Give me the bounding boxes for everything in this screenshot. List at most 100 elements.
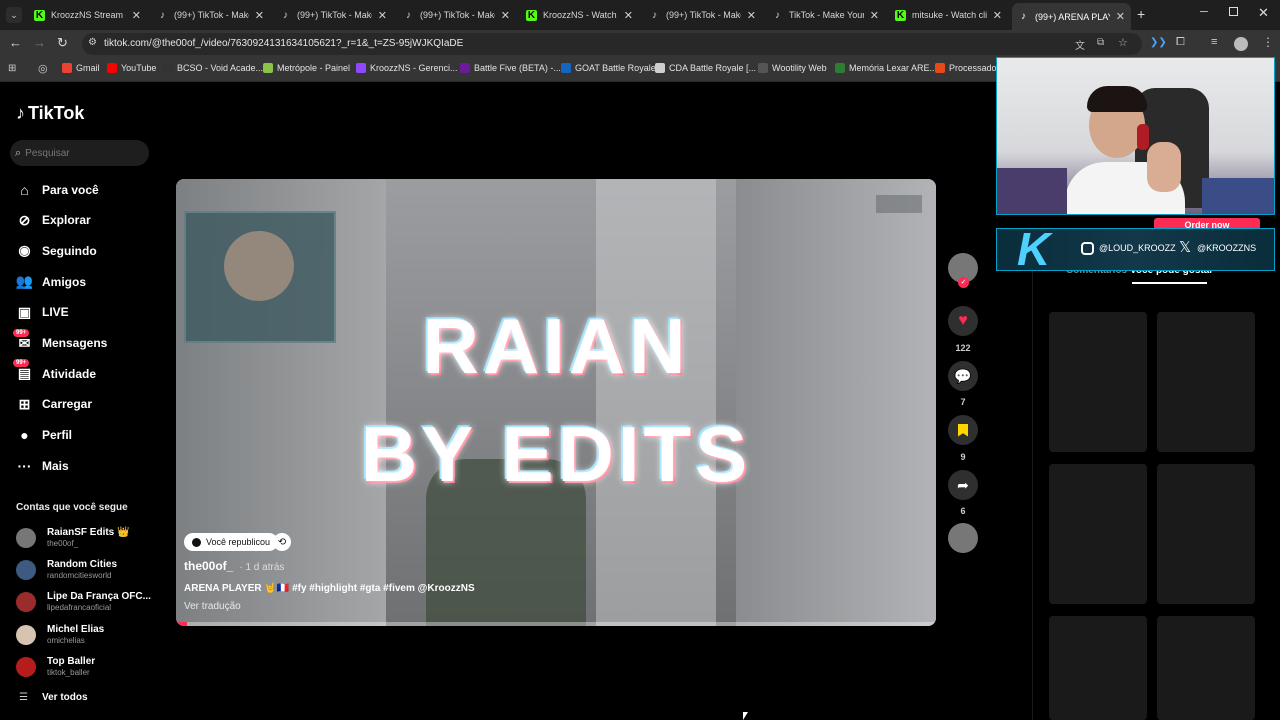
nav-item-messages[interactable]: ✉ 99+ Mensagens: [13, 328, 107, 352]
tab-close-icon[interactable]: ✕: [747, 9, 756, 22]
notification-badge: 99+: [13, 328, 30, 337]
back-button[interactable]: ←: [9, 35, 22, 50]
nav-item-more[interactable]: ··· Mais: [16, 457, 69, 474]
tab-close-icon[interactable]: ✕: [501, 9, 510, 22]
following-account[interactable]: Random Cities randomcitiesworld: [16, 559, 117, 581]
bookmark-item[interactable]: KroozzNS - Gerenci...: [356, 63, 458, 73]
compass-icon: ⊘: [18, 211, 31, 228]
tab-close-icon[interactable]: ✕: [870, 9, 879, 22]
video-author[interactable]: the00of_ · 1 d atrás: [184, 559, 284, 573]
see-all-label: Ver todos: [41, 692, 88, 703]
bookmark-item[interactable]: Gmail: [62, 63, 100, 73]
share-button[interactable]: ➦: [948, 470, 978, 500]
browser-tab[interactable]: K KroozzNS Stream - W ✕: [28, 4, 147, 26]
browser-tab[interactable]: ♪ (99+) TikTok - Make Y ✕: [643, 4, 762, 26]
reposted-label: Você republicou: [206, 537, 271, 547]
video-hud-top-right: [876, 195, 922, 213]
nav-item-compass[interactable]: ⊘ Explorar: [16, 212, 91, 229]
bookmark-item[interactable]: YouTube: [107, 63, 156, 73]
minimize-button[interactable]: ─: [1200, 6, 1208, 18]
account-handle: lipedafrancaoficial: [47, 603, 112, 613]
repost-icon: ⟲: [277, 536, 287, 548]
restore-button[interactable]: [1229, 7, 1238, 16]
forward-button[interactable]: →: [33, 35, 46, 50]
bookmark-item[interactable]: CDA Battle Royale [...: [655, 63, 756, 73]
tab-search-button[interactable]: ⌄: [6, 7, 22, 23]
tab-close-icon[interactable]: ✕: [132, 9, 141, 22]
browser-tab[interactable]: ♪ (99+) TikTok - Make Y ✕: [151, 4, 270, 26]
profile-avatar[interactable]: [1234, 37, 1248, 51]
nav-item-upload[interactable]: ⊞ Carregar: [16, 396, 92, 413]
avatar: [16, 624, 36, 645]
reposted-badge[interactable]: Você republicou: [184, 533, 279, 551]
nav-label: Para você: [42, 182, 99, 197]
bookmark-item[interactable]: Wootility Web: [758, 63, 827, 73]
extension-icon[interactable]: ❯❯: [1150, 37, 1167, 48]
see-all-link[interactable]: ☰ Ver todos: [19, 692, 88, 703]
reading-list-icon[interactable]: ≡: [1211, 36, 1217, 48]
apps-grid-icon[interactable]: ⊞: [8, 63, 16, 74]
tab-close-icon[interactable]: ✕: [255, 9, 264, 22]
nav-item-profile[interactable]: ● Perfil: [16, 427, 72, 444]
browser-tab[interactable]: ♪ (99+) TikTok - Make Y ✕: [397, 4, 516, 26]
nav-item-live[interactable]: ▣ LIVE: [16, 304, 69, 321]
save-button[interactable]: [948, 415, 978, 445]
new-tab-button[interactable]: +: [1137, 6, 1145, 22]
kick-favicon-icon: K: [526, 9, 537, 21]
tab-close-icon[interactable]: ✕: [378, 9, 387, 22]
browser-tab[interactable]: Kmitsuke - Watch clip ✕: [889, 4, 1008, 26]
nav-item-home[interactable]: ⌂ Para você: [16, 181, 99, 198]
following-account[interactable]: Top Baller tiktok_baller: [16, 656, 95, 678]
nav-item-friends[interactable]: 👥 Amigos: [16, 273, 86, 290]
translate-link[interactable]: Ver tradução: [184, 601, 241, 612]
bookmark-label: Gmail: [76, 63, 100, 73]
browser-tab[interactable]: K KroozzNS - Watch cli ✕: [520, 4, 639, 26]
suggested-video[interactable]: [1049, 312, 1147, 452]
friends-icon: 👥: [15, 273, 34, 290]
browser-tab[interactable]: ♪ (99+) TikTok - Make Y ✕: [274, 4, 393, 26]
following-account[interactable]: Michel Elias omichelias: [16, 624, 104, 646]
site-settings-icon[interactable]: ⚙: [88, 37, 97, 48]
tab-close-icon[interactable]: ✕: [993, 9, 1002, 22]
nav-item-following[interactable]: ◉ Seguindo: [16, 242, 96, 259]
globe-icon[interactable]: ◎: [38, 62, 48, 75]
tab-close-icon[interactable]: ✕: [1116, 10, 1125, 23]
author-avatar-button[interactable]: ✓: [948, 253, 978, 288]
bookmark-item[interactable]: Memória Lexar ARE...: [835, 63, 937, 73]
tiktok-favicon-icon: ♪: [160, 9, 165, 21]
bookmark-item[interactable]: BCSO - Void Acade...: [163, 63, 263, 73]
following-account[interactable]: Lipe Da França OFC... lipedafrancaoficial: [16, 591, 151, 613]
bookmark-item[interactable]: GOAT Battle Royale: [561, 63, 656, 73]
suggested-video[interactable]: [1049, 616, 1147, 720]
following-account[interactable]: RaianSF Edits 👑 the00of_: [16, 527, 129, 549]
tiktok-logo[interactable]: ♪ TikTok: [16, 103, 84, 124]
browser-menu-icon[interactable]: ⋮: [1262, 35, 1274, 49]
suggested-video[interactable]: [1049, 464, 1147, 604]
video-player[interactable]: RAIAN BY EDITS Você republicou ⟲ the00of…: [176, 179, 936, 626]
video-progress-track[interactable]: [176, 622, 936, 626]
browser-tab[interactable]: ♪ (99+) ARENA PLAYER ✕: [1012, 3, 1131, 30]
tab-close-icon[interactable]: ✕: [624, 9, 633, 22]
like-button[interactable]: ♥: [948, 306, 978, 336]
bookmark-item[interactable]: Battle Five (BETA) -...: [460, 63, 561, 73]
comment-button[interactable]: 💬: [948, 361, 978, 391]
url-bar[interactable]: ⚙ tiktok.com/@the00of_/video/76309241316…: [82, 33, 1142, 55]
close-window-button[interactable]: ✕: [1258, 5, 1269, 21]
sound-avatar-button[interactable]: [948, 523, 978, 553]
reload-button[interactable]: ↻: [57, 35, 68, 51]
extensions-puzzle-icon[interactable]: ⧠: [1176, 36, 1185, 49]
bookmark-star-icon[interactable]: ☆: [1118, 36, 1128, 49]
nav-item-activity[interactable]: ▤ 99+ Atividade: [13, 359, 96, 382]
suggested-video[interactable]: [1157, 312, 1255, 452]
repost-icon-button[interactable]: ⟲: [273, 533, 291, 551]
plus-icon: +: [1137, 6, 1146, 22]
install-app-icon[interactable]: ⧉: [1097, 37, 1104, 48]
browser-tab[interactable]: ♪ TikTok - Make Your D ✕: [766, 4, 885, 26]
search-input[interactable]: ⌕ Pesquisar: [10, 140, 149, 166]
suggested-video[interactable]: [1157, 616, 1255, 720]
x-handle: @KROOZZNS: [1197, 243, 1257, 253]
tiktok-favicon-icon: ♪: [283, 9, 288, 21]
suggested-video[interactable]: [1157, 464, 1255, 604]
translate-icon[interactable]: 文: [1075, 37, 1085, 52]
bookmark-item[interactable]: Metrópole - Painel: [263, 63, 350, 73]
